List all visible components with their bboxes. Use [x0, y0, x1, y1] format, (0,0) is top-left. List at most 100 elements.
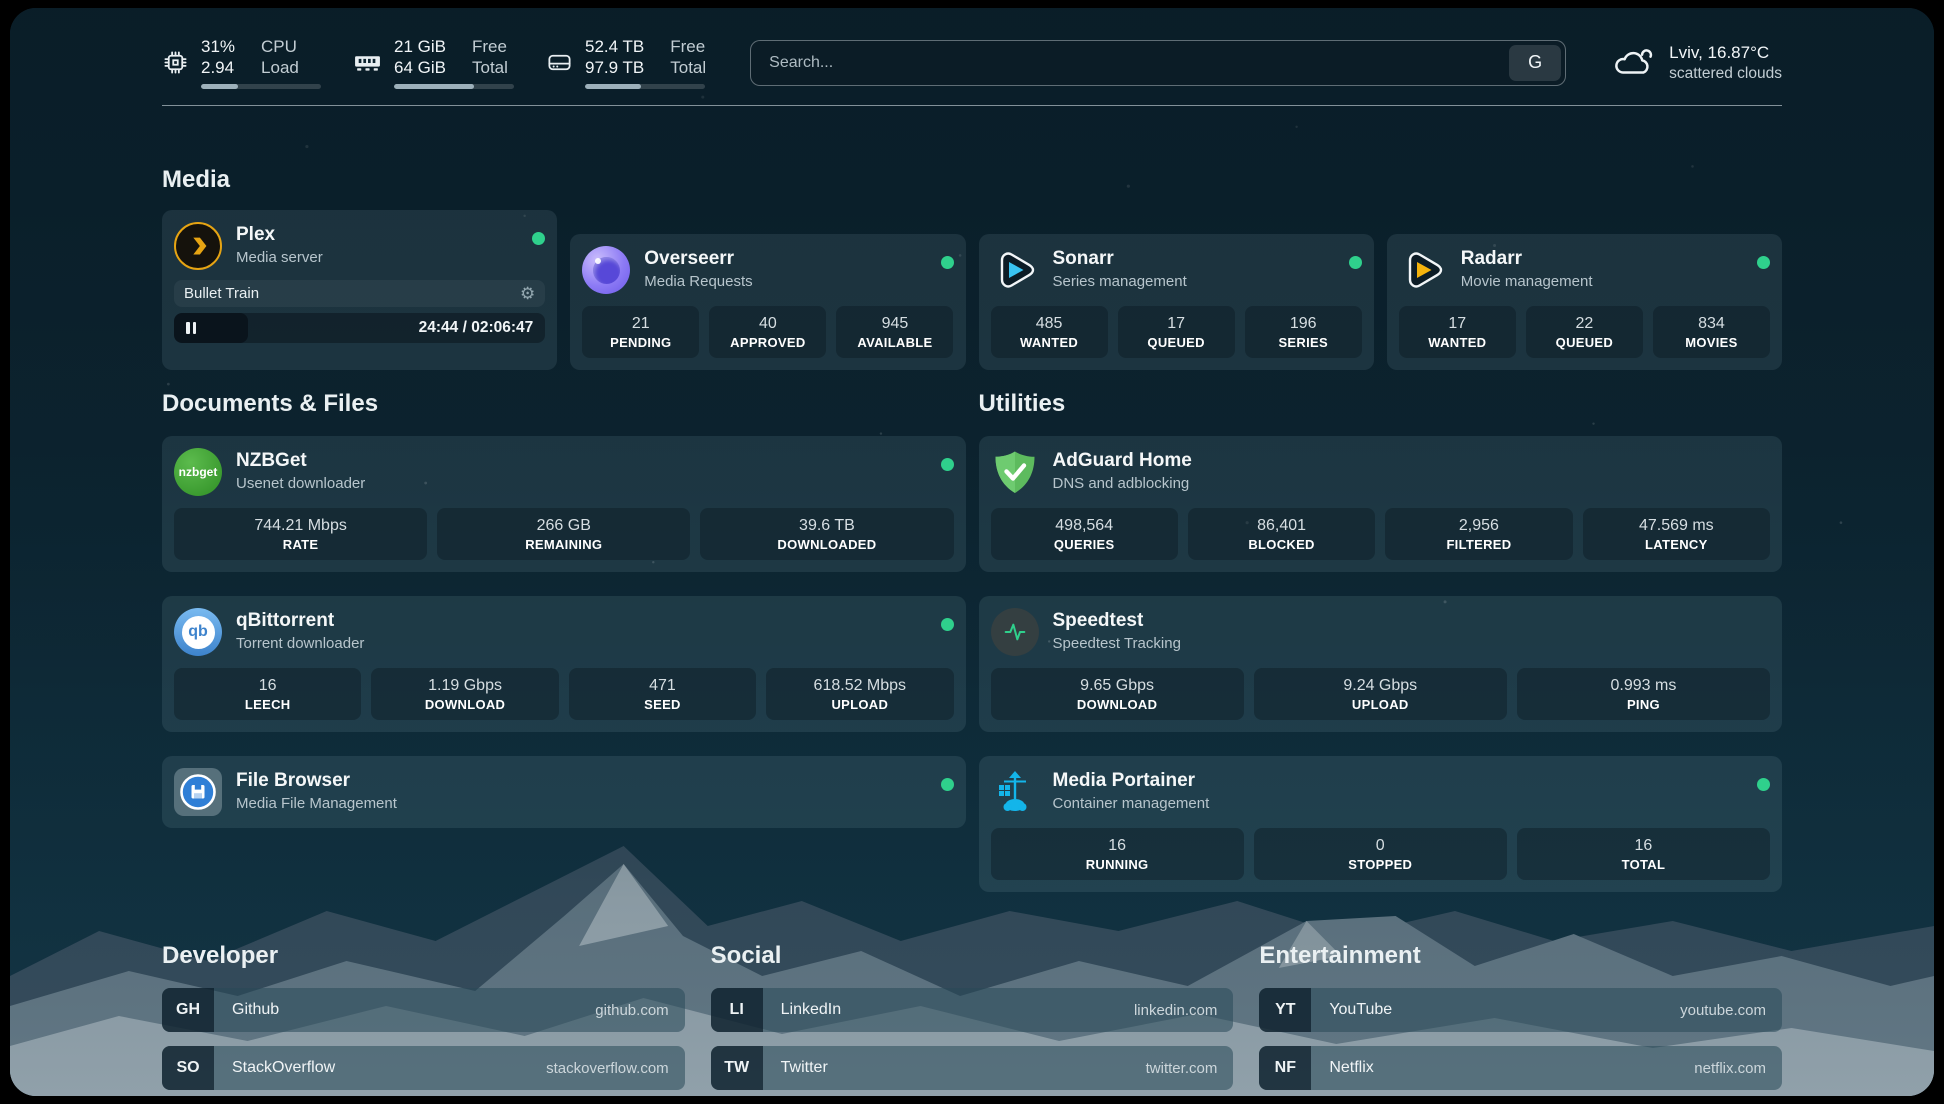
- memory-free-value: 21 GiB: [394, 36, 446, 57]
- bookmarks-entertainment: Entertainment YT YouTube youtube.com NF …: [1259, 942, 1782, 1096]
- bookmark-name: Github: [214, 1001, 279, 1019]
- service-name: File Browser: [236, 769, 397, 792]
- cpu-load-label: Load: [261, 57, 299, 78]
- status-dot: [941, 618, 954, 631]
- disk-free-label: Free: [670, 36, 706, 57]
- search-provider-button[interactable]: G: [1509, 45, 1561, 81]
- nzbget-icon: nzbget: [174, 448, 222, 496]
- status-dot: [1757, 458, 1770, 471]
- bookmark-url: youtube.com: [1680, 1002, 1782, 1019]
- service-card-filebrowser[interactable]: File Browser Media File Management: [162, 756, 966, 828]
- bookmark-url: linkedin.com: [1134, 1002, 1233, 1019]
- settings-gear-icon[interactable]: ⚙: [520, 285, 535, 302]
- bookmarks-developer: Developer GH Github github.com SO StackO…: [162, 942, 685, 1096]
- disk-total-value: 97.9 TB: [585, 57, 644, 78]
- cpu-progress-fill: [201, 84, 238, 89]
- stat-remaining: 266 GBREMAINING: [437, 508, 690, 560]
- bookmarks-social: Social LI LinkedIn linkedin.com TW Twitt…: [711, 942, 1234, 1096]
- top-bar: 31% 2.94 CPU Load: [162, 36, 1782, 89]
- bookmark-linkedin[interactable]: LI LinkedIn linkedin.com: [711, 988, 1234, 1032]
- service-desc: Movie management: [1461, 270, 1593, 293]
- stat-latency: 47.569 msLATENCY: [1583, 508, 1770, 560]
- section-title-entertainment: Entertainment: [1259, 942, 1782, 970]
- bookmark-name: YouTube: [1311, 1001, 1392, 1019]
- service-card-qbittorrent[interactable]: qb qBittorrent Torrent downloader 16LEEC…: [162, 596, 966, 732]
- bookmark-abbr: GH: [162, 988, 214, 1032]
- sonarr-icon: [991, 246, 1039, 294]
- filebrowser-icon: [174, 768, 222, 816]
- service-card-speedtest[interactable]: Speedtest Speedtest Tracking 9.65 GbpsDO…: [979, 596, 1783, 732]
- service-name: Overseerr: [644, 247, 752, 270]
- stat-downloaded: 39.6 TBDOWNLOADED: [700, 508, 953, 560]
- bookmark-netflix[interactable]: NF Netflix netflix.com: [1259, 1046, 1782, 1090]
- stat-queued: 22QUEUED: [1526, 306, 1643, 358]
- service-card-radarr[interactable]: Radarr Movie management 17WANTED 22QUEUE…: [1387, 234, 1782, 370]
- memory-progress-fill: [394, 84, 474, 89]
- now-playing-title: Bullet Train: [184, 285, 259, 302]
- weather-location-temp: Lviv, 16.87°C: [1669, 42, 1782, 63]
- stat-queued: 17QUEUED: [1118, 306, 1235, 358]
- stat-approved: 40APPROVED: [709, 306, 826, 358]
- memory-total-label: Total: [472, 57, 508, 78]
- stat-queries: 498,564QUERIES: [991, 508, 1178, 560]
- service-desc: Media Requests: [644, 270, 752, 293]
- cpu-widget: 31% 2.94 CPU Load: [162, 36, 321, 89]
- service-card-portainer[interactable]: Media Portainer Container management 16R…: [979, 756, 1783, 892]
- stat-available: 945AVAILABLE: [836, 306, 953, 358]
- cpu-progress-track: [201, 84, 321, 89]
- media-cards-row: Plex Media server Bullet Train ⚙ 24:44 /…: [162, 210, 1782, 370]
- service-desc: Torrent downloader: [236, 632, 364, 655]
- section-title-utilities: Utilities: [979, 390, 1783, 418]
- disk-free-value: 52.4 TB: [585, 36, 644, 57]
- memory-total-value: 64 GiB: [394, 57, 446, 78]
- stat-wanted: 17WANTED: [1399, 306, 1516, 358]
- bookmark-abbr: LI: [711, 988, 763, 1032]
- weather-condition: scattered clouds: [1669, 63, 1782, 84]
- memory-icon: [353, 51, 382, 74]
- bookmark-stackoverflow[interactable]: SO StackOverflow stackoverflow.com: [162, 1046, 685, 1090]
- playback-progress-bar[interactable]: 24:44 / 02:06:47: [174, 313, 545, 343]
- resource-widgets: 31% 2.94 CPU Load: [162, 36, 706, 89]
- status-dot: [1757, 618, 1770, 631]
- service-card-adguard[interactable]: AdGuard Home DNS and adblocking 498,564Q…: [979, 436, 1783, 572]
- bookmark-twitter[interactable]: TW Twitter twitter.com: [711, 1046, 1234, 1090]
- status-dot: [941, 778, 954, 791]
- pause-icon[interactable]: [186, 322, 196, 334]
- stat-pending: 21PENDING: [582, 306, 699, 358]
- documents-column: Documents & Files nzbget NZBGet Usenet d…: [162, 390, 966, 892]
- radarr-icon: [1399, 246, 1447, 294]
- stat-rate: 744.21 MbpsRATE: [174, 508, 427, 560]
- stat-seed: 471SEED: [569, 668, 756, 720]
- stat-download: 9.65 GbpsDOWNLOAD: [991, 668, 1244, 720]
- bookmark-url: twitter.com: [1146, 1060, 1234, 1077]
- cpu-load-value: 2.94: [201, 57, 235, 78]
- bookmark-github[interactable]: GH Github github.com: [162, 988, 685, 1032]
- bookmark-youtube[interactable]: YT YouTube youtube.com: [1259, 988, 1782, 1032]
- section-title-developer: Developer: [162, 942, 685, 970]
- section-title-documents: Documents & Files: [162, 390, 966, 418]
- playback-time: 24:44 / 02:06:47: [419, 313, 534, 343]
- service-card-plex[interactable]: Plex Media server Bullet Train ⚙ 24:44 /…: [162, 210, 557, 370]
- search-input[interactable]: [750, 40, 1566, 86]
- weather-widget: Lviv, 16.87°C scattered clouds: [1610, 42, 1782, 84]
- utilities-column: Utilities AdGuard Home: [979, 390, 1783, 892]
- bookmark-name: Netflix: [1311, 1059, 1373, 1077]
- dashboard-screen: 31% 2.94 CPU Load: [10, 8, 1934, 1096]
- stat-filtered: 2,956FILTERED: [1385, 508, 1572, 560]
- service-card-nzbget[interactable]: nzbget NZBGet Usenet downloader 744.21 M…: [162, 436, 966, 572]
- two-column-area: Documents & Files nzbget NZBGet Usenet d…: [162, 390, 1782, 892]
- bookmark-abbr: NF: [1259, 1046, 1311, 1090]
- service-name: qBittorrent: [236, 609, 364, 632]
- service-desc: Media File Management: [236, 792, 397, 815]
- bookmark-url: github.com: [595, 1002, 684, 1019]
- bookmark-name: StackOverflow: [214, 1059, 335, 1077]
- portainer-icon: [991, 768, 1039, 816]
- service-card-overseerr[interactable]: Overseerr Media Requests 21PENDING 40APP…: [570, 234, 965, 370]
- service-desc: Series management: [1053, 270, 1187, 293]
- stat-download: 1.19 GbpsDOWNLOAD: [371, 668, 558, 720]
- service-card-sonarr[interactable]: Sonarr Series management 485WANTED 17QUE…: [979, 234, 1374, 370]
- bookmark-name: Twitter: [763, 1059, 828, 1077]
- memory-free-label: Free: [472, 36, 508, 57]
- status-dot: [941, 458, 954, 471]
- service-name: Plex: [236, 223, 323, 246]
